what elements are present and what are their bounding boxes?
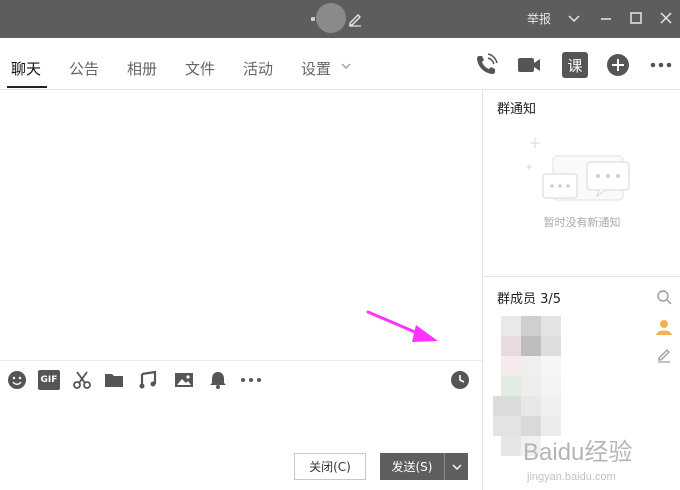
notice-title[interactable]: 群通知	[497, 98, 536, 117]
send-options-button[interactable]	[444, 453, 468, 480]
video-icon[interactable]	[516, 52, 542, 78]
phone-icon[interactable]	[473, 52, 499, 78]
tab-album[interactable]: 相册	[127, 58, 157, 79]
members-title: 群成员 3/5	[497, 292, 562, 307]
more-icon[interactable]	[648, 52, 674, 78]
report-button[interactable]: 举报	[527, 10, 551, 27]
close-icon[interactable]	[656, 8, 676, 28]
dropdown-icon[interactable]	[564, 8, 584, 28]
tab-chat[interactable]: 聊天	[11, 58, 41, 79]
gif-icon[interactable]: GIF	[38, 370, 60, 390]
tab-activity[interactable]: 活动	[243, 58, 273, 79]
empty-notice-text: 暂时没有新通知	[543, 216, 621, 229]
add-member-icon[interactable]	[655, 318, 673, 336]
add-circle-icon[interactable]	[605, 52, 631, 78]
more-icon[interactable]	[239, 370, 263, 390]
title-bar: 举报	[0, 0, 680, 38]
folder-icon[interactable]	[104, 370, 124, 390]
search-icon[interactable]	[655, 288, 673, 306]
image-icon[interactable]	[174, 370, 194, 390]
group-avatar[interactable]	[316, 3, 346, 33]
composer-divider	[0, 360, 482, 361]
right-panel: 群通知 暂时没有新通知 群成员 3/5 Baidu经验 jingyan.baid…	[482, 90, 680, 490]
history-icon[interactable]	[450, 370, 470, 390]
watermark-text: Baidu经验	[523, 439, 632, 466]
watermark-url: jingyan.baidu.com	[526, 471, 616, 483]
chevron-down-icon[interactable]	[340, 60, 352, 72]
chevron-down-icon	[452, 464, 462, 470]
lesson-icon[interactable]: 课	[562, 52, 588, 78]
close-button[interactable]: 关闭(C)	[294, 453, 366, 480]
send-button[interactable]: 发送(S)	[380, 453, 444, 480]
minimize-icon[interactable]	[596, 8, 616, 28]
bell-icon[interactable]	[208, 370, 228, 390]
edit-icon[interactable]	[655, 346, 673, 364]
tab-settings[interactable]: 设置	[301, 58, 331, 79]
annotation-arrow	[366, 310, 438, 342]
group-name-fragment	[311, 17, 315, 21]
baidu-jingyan-watermark: Baidu经验 jingyan.baidu.com	[523, 439, 632, 483]
maximize-icon[interactable]	[626, 8, 646, 28]
tab-bar: 聊天 公告 相册 文件 活动 设置 课	[0, 38, 680, 90]
empty-notice-illustration	[527, 138, 630, 201]
panel-divider	[483, 276, 680, 277]
emoji-icon[interactable]	[7, 370, 27, 390]
edit-icon[interactable]	[346, 10, 364, 28]
tab-files[interactable]: 文件	[185, 58, 215, 79]
active-tab-indicator	[7, 86, 47, 88]
tab-announcement[interactable]: 公告	[69, 58, 99, 79]
scissors-icon[interactable]	[72, 370, 92, 390]
music-icon[interactable]	[138, 370, 158, 390]
